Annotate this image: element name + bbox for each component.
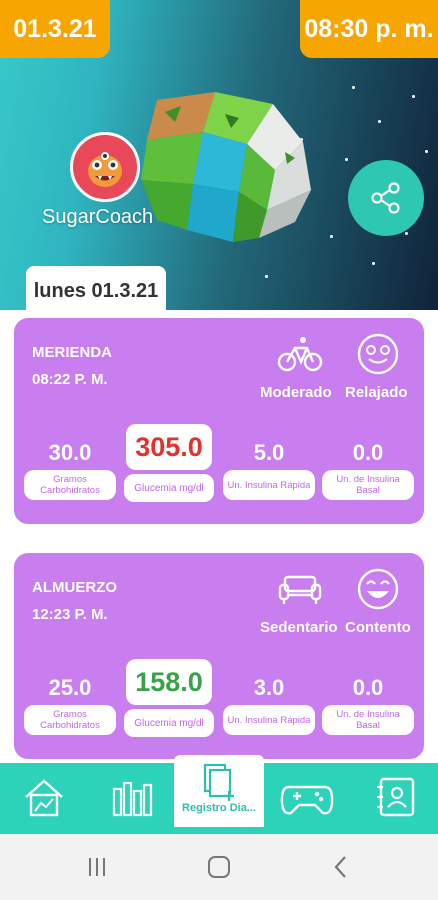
meal-time: 12:23 P. M. xyxy=(32,606,108,623)
gamepad-icon[interactable] xyxy=(279,773,335,821)
rapid-insulin-value: 3.0 xyxy=(253,675,285,700)
mood-label: Contento xyxy=(345,619,411,636)
recent-apps-icon[interactable] xyxy=(82,852,112,882)
basal-insulin-value: 0.0 xyxy=(352,675,384,700)
carbs-metric: 25.0 Gramos Carbohidratos xyxy=(24,673,116,735)
glucose-value: 158.0 xyxy=(126,659,212,705)
diary-icon xyxy=(203,763,234,801)
star xyxy=(378,120,381,123)
activity-label: Moderado xyxy=(260,384,332,401)
entry-card[interactable]: MERIENDA 08:22 P. M. Moderado Relajado 3… xyxy=(14,318,424,524)
star xyxy=(425,150,428,153)
brand-name: SugarCoach xyxy=(42,206,154,228)
carbs-label: Gramos Carbohidratos xyxy=(24,470,116,500)
home-icon[interactable] xyxy=(20,773,68,821)
basal-insulin-metric: 0.0 Un. de Insulina Basal xyxy=(322,438,414,500)
meal-name: MERIENDA xyxy=(32,344,113,361)
carbs-value: 30.0 xyxy=(48,440,92,465)
relaxed-face-icon xyxy=(357,333,399,375)
back-icon[interactable] xyxy=(326,852,356,882)
bottom-nav: Registro Dia... xyxy=(0,755,438,834)
date-badge: 01.3.21 xyxy=(0,0,110,58)
activity-label: Sedentario xyxy=(260,619,338,636)
entry-card[interactable]: ALMUERZO 12:23 P. M. Sedentario Contento… xyxy=(14,553,424,759)
glucose-value: 305.0 xyxy=(126,424,212,470)
happy-face-icon xyxy=(357,568,399,610)
planet-illustration xyxy=(141,92,311,242)
star xyxy=(372,262,375,265)
star xyxy=(265,275,268,278)
rapid-insulin-metric: 5.0 Un. Insulina Rápida xyxy=(223,438,315,500)
basal-insulin-metric: 0.0 Un. de Insulina Basal xyxy=(322,673,414,735)
home-button-icon[interactable] xyxy=(204,852,234,882)
system-nav-bar xyxy=(0,834,438,900)
rapid-insulin-metric: 3.0 Un. Insulina Rápida xyxy=(223,673,315,735)
monster-icon xyxy=(88,152,122,187)
rapid-insulin-label: Un. Insulina Rápida xyxy=(223,705,315,735)
glucose-label: Glucemia mg/dl xyxy=(124,474,214,502)
star xyxy=(352,86,355,89)
rapid-insulin-value: 5.0 xyxy=(253,440,285,465)
carbs-metric: 30.0 Gramos Carbohidratos xyxy=(24,438,116,500)
star xyxy=(330,235,333,238)
share-button[interactable] xyxy=(348,160,424,236)
avatar xyxy=(70,132,140,202)
star xyxy=(345,158,348,161)
star xyxy=(412,95,415,98)
nav-item-registro-diario[interactable]: Registro Dia... xyxy=(174,755,264,827)
basal-insulin-label: Un. de Insulina Basal xyxy=(322,470,414,500)
carbs-value: 25.0 xyxy=(48,675,92,700)
basal-insulin-label: Un. de Insulina Basal xyxy=(322,705,414,735)
nav-active-label: Registro Dia... xyxy=(182,802,256,814)
meal-name: ALMUERZO xyxy=(32,579,117,596)
contacts-icon[interactable] xyxy=(372,773,420,821)
carbs-label: Gramos Carbohidratos xyxy=(24,705,116,735)
bicycle-icon xyxy=(277,337,323,372)
time-badge: 08:30 p. m. xyxy=(300,0,438,58)
meal-time: 08:22 P. M. xyxy=(32,371,108,388)
glucose-label: Glucemia mg/dl xyxy=(124,709,214,737)
mood-label: Relajado xyxy=(345,384,408,401)
day-label: lunes 01.3.21 xyxy=(26,266,166,316)
star xyxy=(405,232,408,235)
rapid-insulin-label: Un. Insulina Rápida xyxy=(223,470,315,500)
sofa-icon xyxy=(278,575,322,604)
share-icon xyxy=(371,182,400,214)
basal-insulin-value: 0.0 xyxy=(352,440,384,465)
stats-icon[interactable] xyxy=(108,773,156,821)
